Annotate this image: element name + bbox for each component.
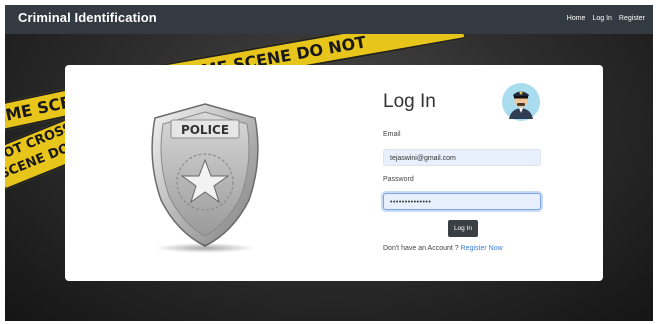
badge-text: POLICE: [181, 123, 229, 137]
brand-title[interactable]: Criminal Identification: [18, 10, 157, 25]
email-label: Email: [383, 131, 401, 138]
password-label: Password: [383, 176, 414, 183]
police-officer-icon: [502, 83, 540, 121]
login-title: Log In: [383, 91, 436, 112]
email-field[interactable]: tejaswini@gmail.com: [383, 149, 541, 166]
login-card: POLICE Log In Email tejaswini@gmail.com …: [65, 65, 603, 281]
login-button[interactable]: Log In: [448, 220, 478, 237]
navbar: Criminal Identification Home Log In Regi…: [5, 5, 653, 34]
badge-shadow: [155, 243, 255, 253]
nav-links: Home Log In Register: [567, 15, 645, 22]
police-badge-icon: POLICE: [151, 103, 259, 247]
police-badge-image: POLICE: [145, 100, 265, 260]
nav-login-link[interactable]: Log In: [592, 15, 611, 22]
nav-register-link[interactable]: Register: [619, 15, 645, 22]
signup-prompt: Don't have an Account ?: [383, 245, 459, 252]
password-field[interactable]: ••••••••••••••: [383, 193, 541, 210]
register-now-link[interactable]: Register Now: [461, 245, 503, 252]
signup-text: Don't have an Account ? Register Now: [383, 245, 503, 252]
nav-home-link[interactable]: Home: [567, 15, 586, 22]
police-officer-avatar: [502, 83, 540, 121]
app-frame: Criminal Identification Home Log In Regi…: [5, 5, 653, 321]
